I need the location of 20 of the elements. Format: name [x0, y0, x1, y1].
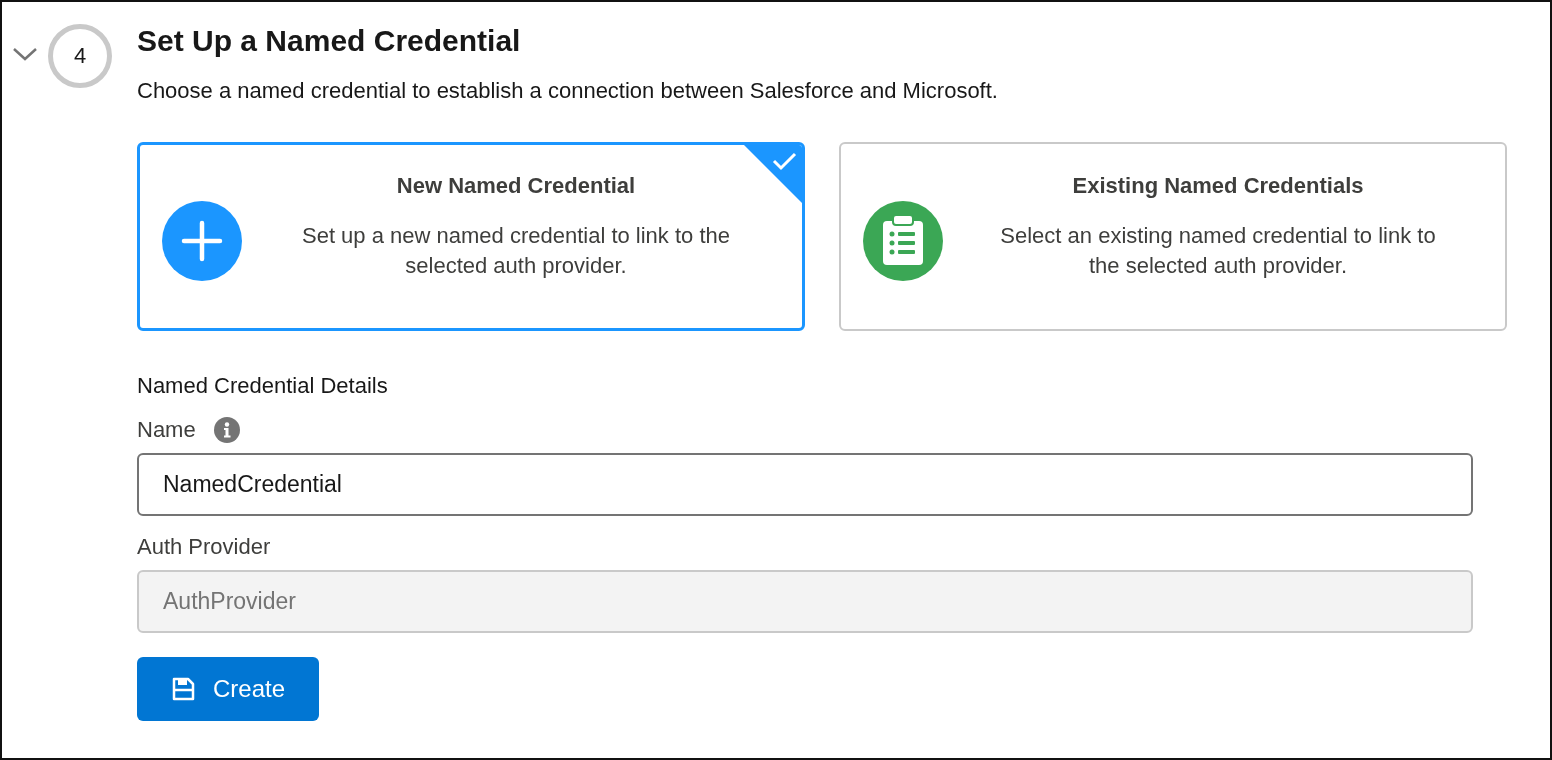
card-description: Set up a new named credential to link to the selected auth provider.: [300, 221, 731, 280]
checkmark-icon: [744, 145, 802, 203]
card-title: Existing Named Credentials: [1072, 172, 1364, 199]
option-card[interactable]: New Named Credential Set up a new named credential to link to the selected auth provider.: [137, 142, 805, 331]
section-title: Set Up a Named Credential: [137, 24, 522, 58]
info-icon[interactable]: [213, 417, 240, 443]
plus-icon: [162, 200, 242, 281]
details-heading: Named Credential Details: [137, 373, 389, 399]
field-label: Auth Provider: [137, 534, 271, 560]
section-description: Choose a named credential to establish a connection between Salesforce and Microsoft.: [137, 78, 999, 104]
clipboard-icon: [863, 200, 943, 281]
card-title: New Named Credential: [396, 172, 636, 199]
card-description: Select an existing named credential to link to the selected auth provider.: [999, 221, 1437, 280]
input-field[interactable]: NamedCredential: [137, 453, 1473, 516]
create-button[interactable]: Create: [137, 657, 320, 721]
step-number: 4: [48, 24, 112, 88]
field-label: Name: [137, 417, 196, 443]
save-icon: [171, 677, 195, 701]
chevron-icon[interactable]: [12, 46, 38, 62]
option-card[interactable]: Existing Named Credentials Select an existing named credential to link to the selected auth provider.: [839, 142, 1507, 331]
